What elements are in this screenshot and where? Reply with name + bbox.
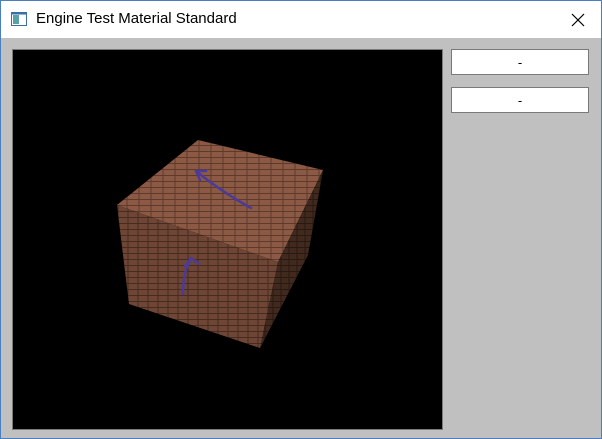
app-window: Engine Test Material Standard - -	[0, 0, 602, 439]
close-icon	[571, 13, 585, 26]
panel-button-2[interactable]: -	[451, 87, 589, 113]
close-button[interactable]	[555, 1, 601, 38]
window-title: Engine Test Material Standard	[36, 10, 237, 27]
scene-canvas	[117, 140, 323, 348]
panel-button-1[interactable]: -	[451, 49, 589, 75]
application-window-icon	[11, 12, 27, 26]
render-viewport[interactable]	[12, 49, 443, 430]
title-bar[interactable]: Engine Test Material Standard	[1, 1, 601, 38]
